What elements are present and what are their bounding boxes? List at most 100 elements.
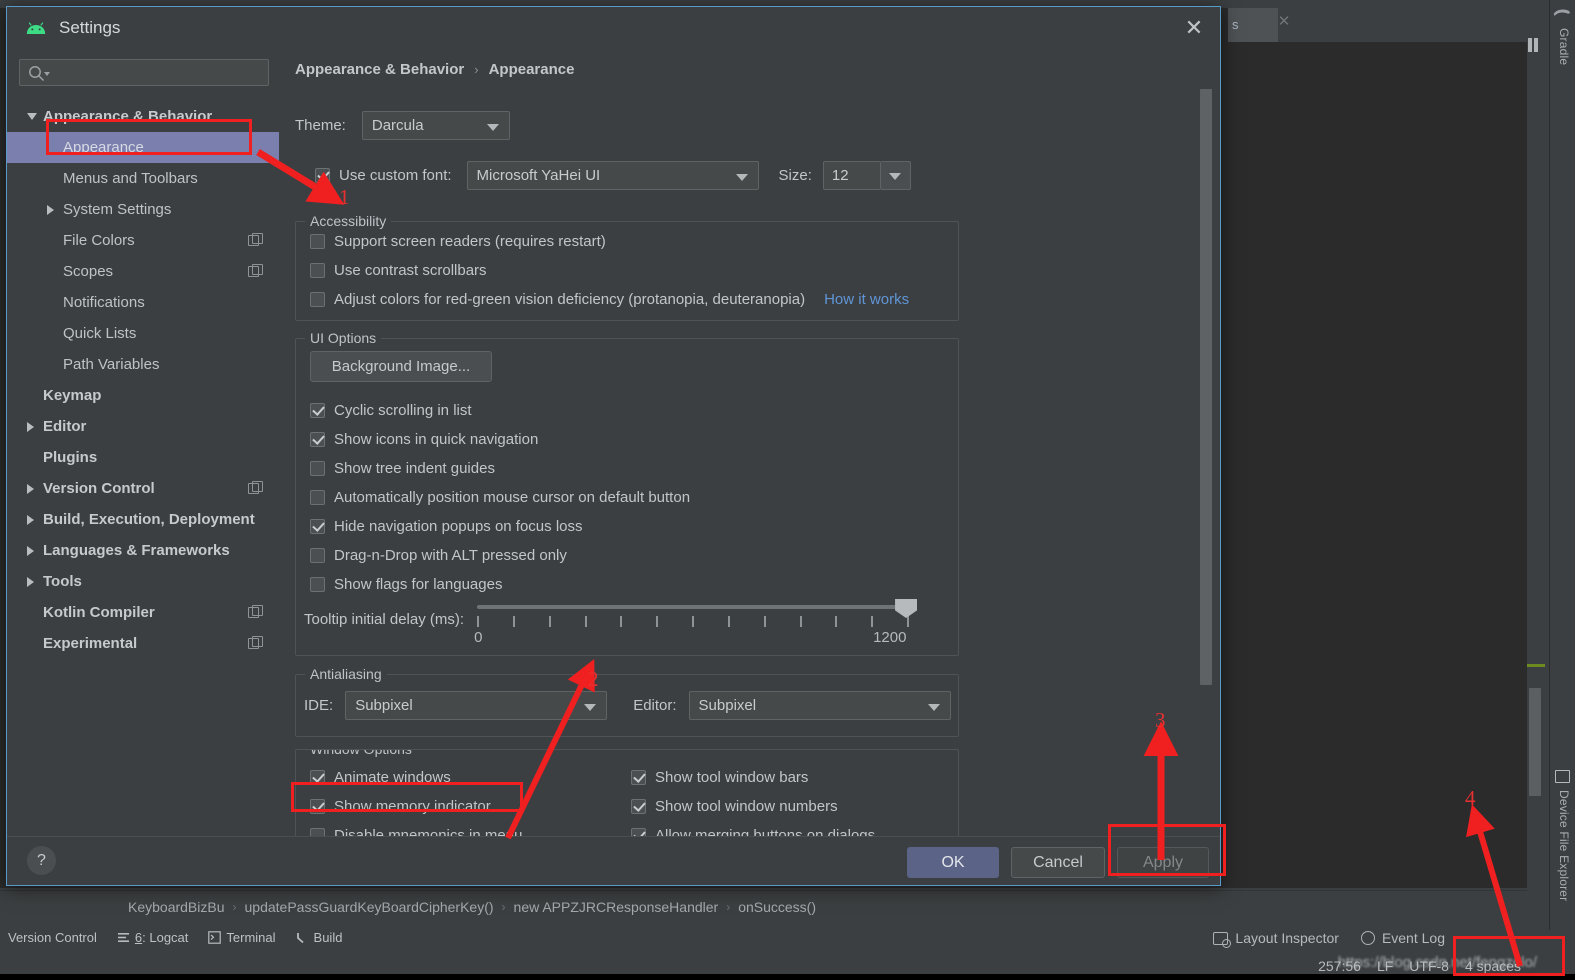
editor-scrollbar[interactable] <box>1529 688 1541 796</box>
ok-button[interactable]: OK <box>907 847 999 878</box>
support-screen-readers-row[interactable]: Support screen readers (requires restart… <box>310 233 606 250</box>
sidebar-item-experimental[interactable]: Experimental <box>7 628 279 659</box>
support-screen-readers-checkbox[interactable] <box>310 234 325 249</box>
sidebar-item-scopes[interactable]: Scopes <box>7 256 279 287</box>
help-button[interactable]: ? <box>27 846 56 875</box>
chevron-right-icon[interactable] <box>47 204 54 215</box>
antialiasing-ide-value: Subpixel <box>355 697 413 714</box>
breadcrumb-item[interactable]: KeyboardBizBu <box>128 899 225 915</box>
toolwindow-build[interactable]: Build <box>296 930 342 945</box>
adjust-colors-checkbox[interactable] <box>310 292 325 307</box>
sidebar-item-languages-frameworks[interactable]: Languages & Frameworks <box>7 535 279 566</box>
sidebar-item-label: System Settings <box>63 201 172 218</box>
window-option-checkbox[interactable] <box>310 828 325 836</box>
font-size-input[interactable]: 12 <box>822 161 881 190</box>
use-contrast-scrollbars-checkbox[interactable] <box>310 263 325 278</box>
how-it-works-link[interactable]: How it works <box>824 291 909 308</box>
chevron-down-icon <box>889 172 902 180</box>
window-option-checkbox[interactable] <box>631 828 646 836</box>
sidebar-item-version-control[interactable]: Version Control <box>7 473 279 504</box>
tab-close-icon[interactable]: ✕ <box>1276 14 1292 30</box>
chevron-right-icon[interactable] <box>27 514 34 525</box>
pause-icon[interactable] <box>1527 38 1539 52</box>
use-custom-font-checkbox[interactable] <box>315 168 330 183</box>
chevron-right-icon[interactable] <box>27 576 34 587</box>
breadcrumb-item[interactable]: new APPZJRCResponseHandler <box>514 899 719 915</box>
breadcrumb-item[interactable]: updatePassGuardKeyBoardCipherKey() <box>245 899 494 915</box>
chevron-right-icon[interactable] <box>27 483 34 494</box>
sidebar-item-quick-lists[interactable]: Quick Lists <box>7 318 279 349</box>
chevron-right-icon[interactable] <box>27 421 34 432</box>
ui-option-checkbox[interactable] <box>310 403 325 418</box>
sidebar-item-path-variables[interactable]: Path Variables <box>7 349 279 380</box>
sidebar-item-plugins[interactable]: Plugins <box>7 442 279 473</box>
ui-option-checkbox[interactable] <box>310 432 325 447</box>
toolwindow-logcat[interactable]: 6: Logcat <box>117 930 188 945</box>
tooltip-delay-slider[interactable]: 0 1200 <box>474 599 918 649</box>
ui-option-row[interactable]: Cyclic scrolling in list <box>310 396 690 425</box>
window-option-row[interactable]: Show tool window numbers <box>631 792 875 821</box>
settings-sidebar: Appearance & Behavior Appearance Menus and… <box>7 49 279 836</box>
settings-tree[interactable]: Appearance & Behavior Appearance Menus and… <box>7 101 279 836</box>
copy-settings-icon[interactable] <box>248 605 263 618</box>
sidebar-item-build-execution-deployment[interactable]: Build, Execution, Deployment <box>7 504 279 535</box>
antialiasing-ide-select[interactable]: Subpixel <box>345 691 608 720</box>
toolwindow-terminal[interactable]: Terminal <box>208 930 276 945</box>
ui-option-checkbox[interactable] <box>310 548 325 563</box>
window-option-row[interactable]: Disable mnemonics in menu <box>310 821 522 836</box>
search-input[interactable] <box>19 59 269 86</box>
copy-settings-icon[interactable] <box>248 481 263 494</box>
gradle-tool-label[interactable]: Gradle <box>1557 28 1571 65</box>
device-file-explorer-label[interactable]: Device File Explorer <box>1557 790 1571 901</box>
ui-option-row[interactable]: Automatically position mouse cursor on d… <box>310 483 690 512</box>
font-family-select[interactable]: Microsoft YaHei UI <box>466 161 759 190</box>
sidebar-item-label: File Colors <box>63 232 135 249</box>
copy-settings-icon[interactable] <box>248 636 263 649</box>
antialiasing-editor-select[interactable]: Subpixel <box>688 691 951 720</box>
editor-tab[interactable]: s <box>1228 8 1278 42</box>
font-size-dropdown-button[interactable] <box>880 161 911 190</box>
search-dropdown-icon[interactable] <box>44 72 50 76</box>
dialog-close-icon[interactable]: ✕ <box>1182 17 1206 41</box>
theme-select[interactable]: Darcula <box>361 111 510 140</box>
sidebar-item-system-settings[interactable]: System Settings <box>7 194 279 225</box>
toolwindow-version-control[interactable]: Version Control <box>8 930 97 945</box>
ui-option-checkbox[interactable] <box>310 461 325 476</box>
sidebar-item-notifications[interactable]: Notifications <box>7 287 279 318</box>
sidebar-item-editor[interactable]: Editor <box>7 411 279 442</box>
adjust-colors-row[interactable]: Adjust colors for red-green vision defic… <box>310 291 909 308</box>
breadcrumb-parent[interactable]: Appearance & Behavior <box>295 61 464 78</box>
ui-option-checkbox[interactable] <box>310 490 325 505</box>
window-option-row[interactable]: Show tool window bars <box>631 763 875 792</box>
ui-option-checkbox[interactable] <box>310 519 325 534</box>
cancel-button[interactable]: Cancel <box>1011 847 1105 878</box>
layout-inspector-button[interactable]: Layout Inspector <box>1213 930 1339 948</box>
dialog-footer: ? OK Cancel Apply <box>7 836 1220 885</box>
ui-option-row[interactable]: Show tree indent guides <box>310 454 690 483</box>
ui-option-checkbox[interactable] <box>310 577 325 592</box>
breadcrumb-item[interactable]: onSuccess() <box>738 899 816 915</box>
window-option-checkbox[interactable] <box>631 799 646 814</box>
ui-option-row[interactable]: Hide navigation popups on focus loss <box>310 512 690 541</box>
ui-option-row[interactable]: Show icons in quick navigation <box>310 425 690 454</box>
sidebar-item-kotlin-compiler[interactable]: Kotlin Compiler <box>7 597 279 628</box>
event-log-button[interactable]: Event Log <box>1360 930 1445 946</box>
copy-settings-icon[interactable] <box>248 264 263 277</box>
use-contrast-scrollbars-row[interactable]: Use contrast scrollbars <box>310 262 487 279</box>
copy-settings-icon[interactable] <box>248 233 263 246</box>
sidebar-item-keymap[interactable]: Keymap <box>7 380 279 411</box>
window-option-checkbox[interactable] <box>631 770 646 785</box>
ui-option-row[interactable]: Drag-n-Drop with ALT pressed only <box>310 541 690 570</box>
settings-scrollbar[interactable] <box>1200 89 1212 685</box>
sidebar-item-menus-and-toolbars[interactable]: Menus and Toolbars <box>7 163 279 194</box>
chevron-down-icon[interactable] <box>27 113 37 120</box>
sidebar-item-tools[interactable]: Tools <box>7 566 279 597</box>
sidebar-item-file-colors[interactable]: File Colors <box>7 225 279 256</box>
window-option-label: Show tool window numbers <box>655 798 838 815</box>
sidebar-item-label: Plugins <box>43 449 98 466</box>
background-image-button[interactable]: Background Image... <box>310 351 492 382</box>
ui-option-row[interactable]: Show flags for languages <box>310 570 690 599</box>
window-option-row[interactable]: Allow merging buttons on dialogs <box>631 821 875 836</box>
chevron-right-icon[interactable] <box>27 545 34 556</box>
status-bar-widgets: Layout Inspector Event Log <box>1213 926 1445 950</box>
